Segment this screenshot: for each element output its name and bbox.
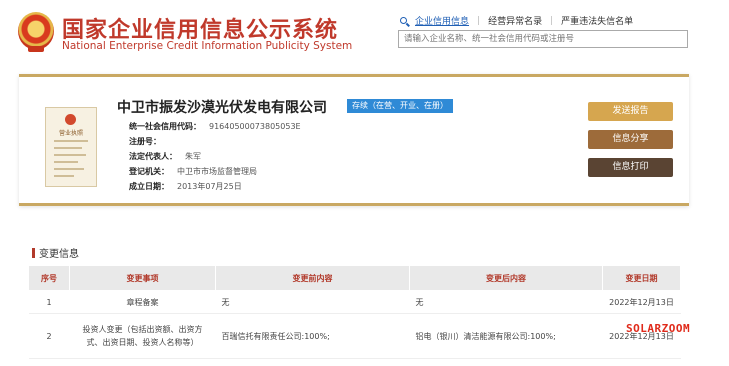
cell-before: 百瑞信托有限责任公司:100%; <box>215 313 410 359</box>
cell-after: 铝电（银川）清洁能源有限公司:100%; <box>409 313 603 359</box>
changes-table: 序号 变更事项 变更前内容 变更后内容 变更日期 1 章程备案 无 无 2022… <box>28 265 681 359</box>
nav-serious-violation-list[interactable]: 严重违法失信名单 <box>561 14 633 27</box>
search-input[interactable] <box>398 30 688 48</box>
cell-date: 2022年12月13日 <box>602 313 681 359</box>
send-report-button[interactable]: 发送报告 <box>588 102 673 121</box>
nav-separator: | <box>550 15 554 26</box>
table-header-row: 序号 变更事项 变更前内容 变更后内容 变更日期 <box>28 265 681 291</box>
cell-date: 2022年12月13日 <box>602 290 681 314</box>
column-header-after: 变更后内容 <box>409 265 603 291</box>
share-info-button[interactable]: 信息分享 <box>588 130 673 149</box>
field-registration-authority: 登记机关： 中卫市市场监督管理局 <box>129 166 257 177</box>
license-line <box>54 154 86 156</box>
license-line <box>54 147 82 149</box>
site-subtitle: National Enterprise Credit Information P… <box>62 40 353 52</box>
section-marker <box>32 247 35 258</box>
license-line <box>54 140 88 142</box>
field-registration-no: 注册号： <box>129 136 169 147</box>
watermark: SOLARZOOM <box>626 322 691 335</box>
section-title-changes: 变更信息 <box>32 245 79 260</box>
nav-enterprise-credit[interactable]: 企业信用信息 <box>415 14 469 27</box>
license-line <box>54 168 84 170</box>
license-line <box>54 161 78 163</box>
column-header-before: 变更前内容 <box>215 265 410 291</box>
field-label: 成立日期： <box>129 182 169 191</box>
section-title-text: 变更信息 <box>39 249 79 260</box>
license-emblem-icon <box>65 114 76 125</box>
cell-item: 章程备案 <box>69 290 216 314</box>
print-info-button[interactable]: 信息打印 <box>588 158 673 177</box>
company-card: 营业执照 中卫市振发沙漠光伏发电有限公司 存续（在营、开业、在册） 统一社会信用… <box>19 74 689 206</box>
column-header-item: 变更事项 <box>69 265 216 291</box>
status-badge: 存续（在营、开业、在册） <box>347 99 453 113</box>
field-value: 中卫市市场监督管理局 <box>177 167 257 176</box>
cell-item: 投资人变更（包括出资额、出资方式、出资日期、投资人名称等） <box>69 313 216 359</box>
field-credit-code: 统一社会信用代码： 91640500073805053E <box>129 121 301 132</box>
nav-separator: | <box>477 15 481 26</box>
field-establishment-date: 成立日期： 2013年07月25日 <box>129 181 242 192</box>
nav-abnormal-list[interactable]: 经营异常名录 <box>488 14 542 27</box>
top-nav: 企业信用信息 | 经营异常名录 | 严重违法失信名单 <box>400 14 633 27</box>
license-line <box>54 175 74 177</box>
field-label: 登记机关： <box>129 167 169 176</box>
cell-before: 无 <box>215 290 410 314</box>
cell-after: 无 <box>409 290 603 314</box>
table-row: 2 投资人变更（包括出资额、出资方式、出资日期、投资人名称等） 百瑞信托有限责任… <box>28 313 681 359</box>
table-row: 1 章程备案 无 无 2022年12月13日 <box>28 290 681 314</box>
field-value: 91640500073805053E <box>209 122 301 131</box>
field-label: 注册号： <box>129 137 161 146</box>
field-value: 朱军 <box>185 152 201 161</box>
cell-no: 2 <box>28 313 70 359</box>
field-value: 2013年07月25日 <box>177 182 242 191</box>
column-header-no: 序号 <box>28 265 70 291</box>
company-name: 中卫市振发沙漠光伏发电有限公司 <box>117 100 327 116</box>
field-legal-representative: 法定代表人： 朱军 <box>129 151 201 162</box>
field-label: 法定代表人： <box>129 152 177 161</box>
field-label: 统一社会信用代码： <box>129 122 201 131</box>
national-emblem-icon <box>18 12 54 52</box>
business-license-image: 营业执照 <box>45 107 97 187</box>
license-title: 营业执照 <box>58 130 83 137</box>
search-icon <box>400 17 407 24</box>
column-header-date: 变更日期 <box>602 265 681 291</box>
cell-no: 1 <box>28 290 70 314</box>
